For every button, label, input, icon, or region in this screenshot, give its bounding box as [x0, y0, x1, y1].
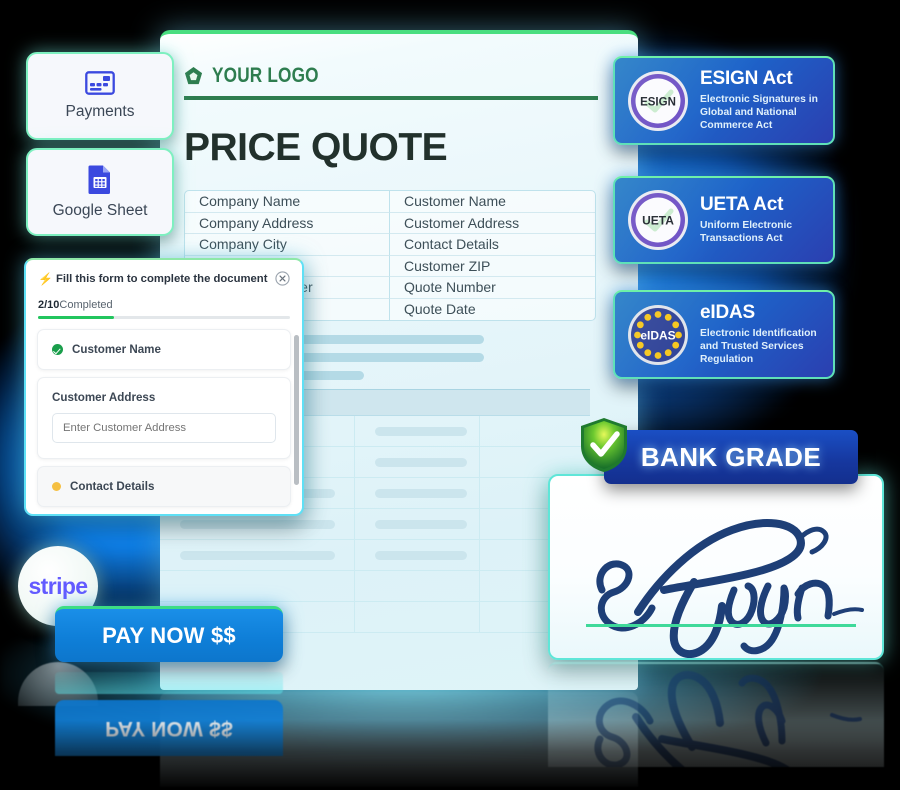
- progress-fill: [38, 316, 114, 319]
- screenshot-stage: YOUR LOGO PRICE QUOTE Company Name Custo…: [0, 0, 900, 790]
- ueta-seal-icon: UETA: [628, 190, 688, 250]
- logo-text: YOUR LOGO: [212, 64, 319, 87]
- bank-grade-label: BANK GRADE: [640, 441, 822, 472]
- close-circle-icon[interactable]: [275, 271, 290, 286]
- progress-track: [38, 316, 290, 319]
- fill-form-panel[interactable]: ⚡ Fill this form to complete the documen…: [24, 258, 304, 516]
- svg-text:UETA: UETA: [642, 214, 674, 228]
- esign-seal-icon: ESIGN: [628, 70, 688, 131]
- page-title: PRICE QUOTE: [184, 126, 448, 169]
- field-label: Customer Address: [52, 391, 156, 404]
- table-cell: Company City: [185, 234, 390, 256]
- table-row: [160, 571, 590, 602]
- form-scrollbar[interactable]: [294, 335, 299, 485]
- badge-subtitle: Electronic Signatures in Global and Nati…: [700, 93, 818, 132]
- pay-now-label: PAY NOW $$: [102, 622, 236, 648]
- esign-signature-card[interactable]: [548, 474, 884, 660]
- badge-subtitle: Uniform Electronic Transactions Act: [700, 219, 793, 244]
- field-label: Customer Name: [72, 343, 161, 356]
- badge-ueta-act[interactable]: UETA UETA Act Uniform Electronic Transac…: [613, 176, 835, 264]
- chip-label: Payments: [65, 103, 135, 120]
- list-item[interactable]: Contact Details: [37, 466, 291, 507]
- table-cell: Customer Address: [390, 213, 595, 234]
- form-field-list: Customer Name Customer Address Contact D…: [26, 329, 302, 507]
- badge-title: ESIGN Act: [700, 68, 793, 89]
- eidas-seal-icon: eIDAS: [628, 304, 688, 365]
- logo-divider: [184, 96, 598, 100]
- document-logo: YOUR LOGO: [184, 64, 614, 88]
- table-cell: Company Name: [185, 191, 390, 213]
- bank-grade-badge[interactable]: BANK GRADE: [581, 418, 858, 494]
- table-cell: Customer ZIP: [390, 256, 595, 277]
- chip-google-sheet[interactable]: Google Sheet: [26, 148, 174, 236]
- pay-now-button[interactable]: PAY NOW $$: [55, 606, 283, 662]
- svg-text:ESIGN: ESIGN: [640, 96, 676, 108]
- badge-title: eIDAS: [700, 302, 755, 323]
- spreadsheet-icon: [88, 165, 110, 194]
- customer-address-input[interactable]: [52, 413, 276, 443]
- badge-title: UETA Act: [700, 193, 784, 215]
- badge-subtitle: Electronic Identification and Trusted Se…: [700, 327, 817, 366]
- lightning-bolt-icon: ⚡: [38, 271, 53, 286]
- field-label: Contact Details: [70, 480, 155, 493]
- badge-eidas[interactable]: eIDAS eIDAS Electronic Identification an…: [613, 290, 835, 380]
- shield-check-icon: [581, 418, 627, 472]
- bottom-fade: [0, 720, 900, 790]
- form-panel-title: Fill this form to complete the document: [55, 272, 268, 285]
- list-item[interactable]: Customer Name: [37, 329, 291, 370]
- chip-label: Google Sheet: [52, 202, 148, 219]
- table-cell: Quote Date: [404, 301, 476, 318]
- check-circle-icon: [52, 344, 63, 355]
- list-item[interactable]: Customer Address: [37, 377, 291, 459]
- form-panel-header: ⚡ Fill this form to complete the documen…: [26, 260, 302, 286]
- progress-label: 2/10Completed: [26, 286, 302, 311]
- stripe-label: stripe: [28, 572, 88, 599]
- pentagon-logo-icon: [184, 66, 203, 84]
- table-cell: Customer Name: [390, 191, 595, 213]
- chip-payments[interactable]: Payments: [26, 52, 174, 140]
- handwritten-signature-icon: [596, 519, 864, 658]
- table-cell: Company Address: [185, 212, 390, 234]
- svg-text:eIDAS: eIDAS: [640, 328, 675, 342]
- signature-line: [586, 624, 856, 627]
- pending-dot-icon: [52, 482, 61, 491]
- progress-count: 2/10: [38, 299, 60, 311]
- card-icon: [85, 71, 115, 95]
- table-cell: Contact Details: [390, 234, 595, 256]
- table-row: [160, 540, 590, 571]
- badge-esign-act[interactable]: ESIGN ESIGN Act Electronic Signatures in…: [613, 56, 835, 146]
- table-cell: Quote Number: [390, 277, 595, 299]
- progress-text: Completed: [59, 299, 113, 311]
